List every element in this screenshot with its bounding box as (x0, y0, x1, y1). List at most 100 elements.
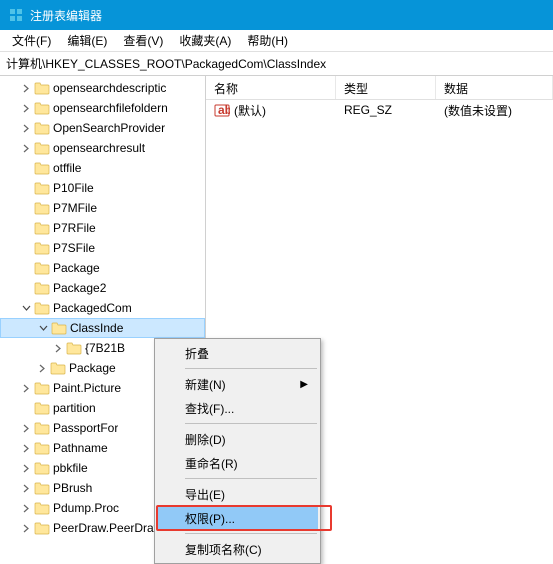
ctx-copy-key-name[interactable]: 复制项名称(C) (157, 537, 318, 561)
tree-label: PassportFor (53, 421, 118, 435)
tree-item[interactable]: P10File (0, 178, 205, 198)
col-header-type[interactable]: 类型 (336, 76, 436, 99)
folder-icon (34, 201, 50, 215)
value-name: (默认) (234, 102, 266, 119)
list-row[interactable]: (默认)REG_SZ(数值未设置) (206, 100, 553, 120)
tree-item[interactable]: opensearchfilefoldern (0, 98, 205, 118)
folder-icon (34, 261, 50, 275)
list-body: (默认)REG_SZ(数值未设置) (206, 100, 553, 120)
col-header-data[interactable]: 数据 (436, 76, 553, 99)
menu-edit[interactable]: 编辑(E) (59, 30, 115, 51)
chevron-right-icon[interactable] (34, 360, 50, 376)
folder-icon (34, 161, 50, 175)
folder-icon (34, 101, 50, 115)
chevron-right-icon[interactable] (18, 80, 34, 96)
folder-icon (34, 221, 50, 235)
menu-view[interactable]: 查看(V) (115, 30, 171, 51)
tree-item[interactable]: P7RFile (0, 218, 205, 238)
chevron-right-icon[interactable] (18, 380, 34, 396)
tree-item[interactable]: opensearchresult (0, 138, 205, 158)
tree-label: pbkfile (53, 461, 88, 475)
ctx-export[interactable]: 导出(E) (157, 482, 318, 506)
tree-item[interactable]: otffile (0, 158, 205, 178)
tree-label: PBrush (53, 481, 92, 495)
ctx-separator (185, 368, 317, 369)
folder-icon (34, 181, 50, 195)
ctx-new[interactable]: 新建(N) ▶ (157, 372, 318, 396)
tree-label: Paint.Picture (53, 381, 121, 395)
tree-item[interactable]: ClassInde (0, 318, 205, 338)
tree-label: Pdump.Proc (53, 501, 119, 515)
ctx-permissions[interactable]: 权限(P)... (157, 506, 318, 530)
window-title: 注册表编辑器 (30, 7, 102, 24)
folder-icon (34, 421, 50, 435)
chevron-right-icon[interactable] (18, 520, 34, 536)
chevron-right-icon[interactable] (50, 340, 66, 356)
ctx-separator (185, 478, 317, 479)
menu-favorites[interactable]: 收藏夹(A) (171, 30, 239, 51)
folder-icon (34, 381, 50, 395)
chevron-right-icon: ▶ (300, 379, 308, 390)
chevron-down-icon[interactable] (35, 320, 51, 336)
folder-icon (34, 81, 50, 95)
ctx-collapse[interactable]: 折叠 (157, 341, 318, 365)
tree-label: P10File (53, 181, 94, 195)
tree-label: otffile (53, 161, 81, 175)
tree-label: {7B21B (85, 341, 125, 355)
tree-item[interactable]: OpenSearchProvider (0, 118, 205, 138)
folder-icon (34, 121, 50, 135)
chevron-right-icon[interactable] (18, 100, 34, 116)
tree-label: Pathname (53, 441, 108, 455)
folder-icon (34, 441, 50, 455)
address-input[interactable] (4, 55, 549, 73)
tree-label: P7SFile (53, 241, 95, 255)
chevron-right-icon[interactable] (18, 140, 34, 156)
ctx-delete[interactable]: 删除(D) (157, 427, 318, 451)
tree-label: opensearchdescriptic (53, 81, 166, 95)
tree-label: Package (69, 361, 116, 375)
folder-icon (51, 321, 67, 335)
folder-icon (34, 401, 50, 415)
tree-label: PackagedCom (53, 301, 132, 315)
menu-help[interactable]: 帮助(H) (239, 30, 296, 51)
folder-icon (34, 301, 50, 315)
chevron-right-icon[interactable] (18, 480, 34, 496)
tree-item[interactable]: Package (0, 258, 205, 278)
ctx-rename[interactable]: 重命名(R) (157, 451, 318, 475)
tree-item[interactable]: Package2 (0, 278, 205, 298)
tree-item[interactable]: opensearchdescriptic (0, 78, 205, 98)
chevron-right-icon[interactable] (18, 460, 34, 476)
menu-file[interactable]: 文件(F) (4, 30, 59, 51)
tree-item[interactable]: PackagedCom (0, 298, 205, 318)
folder-icon (34, 241, 50, 255)
tree-label: P7RFile (53, 221, 96, 235)
folder-icon (50, 361, 66, 375)
ctx-find[interactable]: 查找(F)... (157, 396, 318, 420)
string-value-icon (214, 102, 230, 118)
app-icon (8, 7, 24, 23)
addressbar (0, 52, 553, 76)
folder-icon (34, 281, 50, 295)
tree-label: ClassInde (70, 321, 123, 335)
folder-icon (34, 481, 50, 495)
chevron-right-icon[interactable] (18, 500, 34, 516)
folder-icon (34, 461, 50, 475)
chevron-right-icon[interactable] (18, 420, 34, 436)
cell-type: REG_SZ (336, 103, 436, 117)
cell-name: (默认) (206, 102, 336, 119)
ctx-separator (185, 423, 317, 424)
list-header: 名称 类型 数据 (206, 76, 553, 100)
tree-label: Package2 (53, 281, 106, 295)
tree-label: OpenSearchProvider (53, 121, 165, 135)
tree-label: Package (53, 261, 100, 275)
chevron-down-icon[interactable] (18, 300, 34, 316)
chevron-right-icon[interactable] (18, 120, 34, 136)
folder-icon (34, 521, 50, 535)
folder-icon (34, 501, 50, 515)
tree-label: P7MFile (53, 201, 97, 215)
col-header-name[interactable]: 名称 (206, 76, 336, 99)
tree-item[interactable]: P7MFile (0, 198, 205, 218)
context-menu: 折叠 新建(N) ▶ 查找(F)... 删除(D) 重命名(R) 导出(E) 权… (154, 338, 321, 564)
tree-item[interactable]: P7SFile (0, 238, 205, 258)
chevron-right-icon[interactable] (18, 440, 34, 456)
